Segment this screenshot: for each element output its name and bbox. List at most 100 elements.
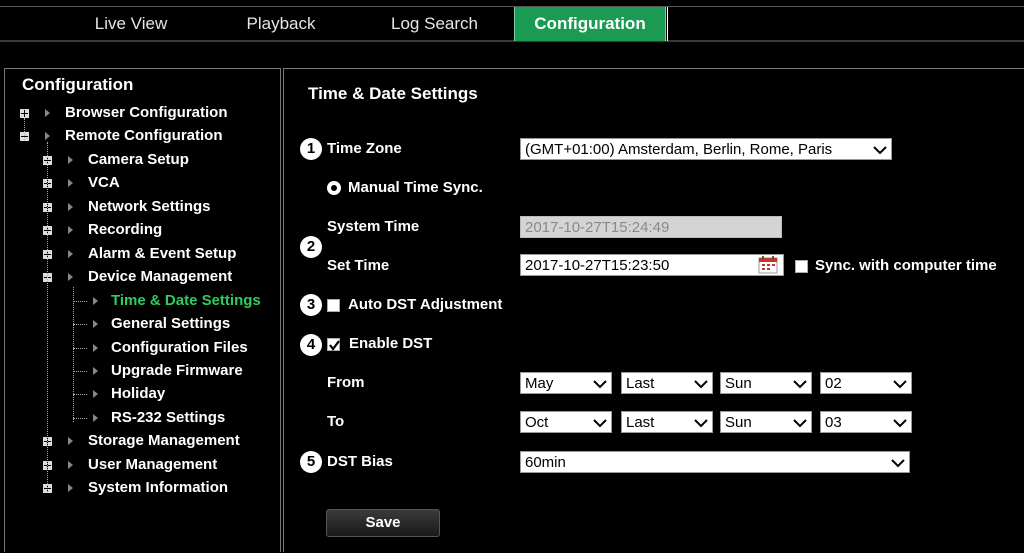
- chevron-down-icon: [891, 452, 905, 468]
- to-month-select[interactable]: Oct: [520, 411, 612, 433]
- tree-item-general-settings[interactable]: General Settings: [111, 314, 230, 334]
- tab-configuration[interactable]: Configuration: [514, 7, 666, 41]
- from-month-select[interactable]: May: [520, 372, 612, 394]
- chevron-right-icon: [45, 109, 50, 117]
- tree-item-label: User Management: [88, 456, 218, 473]
- chevron-down-icon: [593, 412, 607, 428]
- tree-item-label: Camera Setup: [88, 151, 189, 168]
- tree-item-label: Storage Management: [88, 432, 240, 449]
- tree-connector: [73, 418, 87, 419]
- tree-item-remote-configuration[interactable]: Remote Configuration: [65, 126, 223, 146]
- from-label: From: [327, 374, 365, 391]
- tree-item-rs-232-settings[interactable]: RS-232 Settings: [111, 408, 225, 428]
- tree-item-label: Remote Configuration: [65, 127, 223, 144]
- chevron-right-icon: [93, 367, 98, 375]
- chevron-down-icon: [793, 412, 807, 428]
- tree-item-label: Holiday: [111, 385, 166, 402]
- from-day-select[interactable]: Sun: [720, 372, 812, 394]
- calendar-icon[interactable]: [758, 256, 778, 274]
- top-nav: Live View Playback Log Search Configurat…: [0, 0, 1024, 42]
- to-day-select[interactable]: Sun: [720, 411, 812, 433]
- chevron-down-icon: [694, 373, 708, 389]
- from-hour-select[interactable]: 02: [820, 372, 912, 394]
- chevron-down-icon: [694, 412, 708, 428]
- chevron-down-icon: [893, 412, 907, 428]
- from-week-value: Last: [626, 375, 655, 392]
- enable-dst-checkbox[interactable]: [327, 338, 340, 351]
- tree-guide-line: [24, 118, 25, 140]
- chevron-right-icon: [68, 203, 73, 211]
- sync-computer-checkbox[interactable]: [795, 260, 808, 273]
- time-zone-select[interactable]: (GMT+01:00) Amsterdam, Berlin, Rome, Par…: [520, 138, 892, 160]
- chevron-right-icon: [68, 437, 73, 445]
- chevron-right-icon: [93, 320, 98, 328]
- tab-playback[interactable]: Playback: [212, 7, 350, 41]
- save-button[interactable]: Save: [326, 509, 440, 537]
- dst-bias-value: 60min: [525, 454, 566, 471]
- tree-item-user-management[interactable]: User Management: [88, 455, 217, 475]
- tree-item-label: Upgrade Firmware: [111, 362, 243, 379]
- tree-connector: [73, 394, 87, 395]
- to-label: To: [327, 413, 345, 430]
- tree-item-browser-configuration[interactable]: Browser Configuration: [65, 103, 228, 123]
- time-zone-label: Time Zone: [327, 140, 402, 157]
- to-hour-select[interactable]: 03: [820, 411, 912, 433]
- tree-guide-line: [47, 142, 48, 492]
- tree-item-label: System Information: [88, 479, 229, 496]
- auto-dst-checkbox[interactable]: [327, 299, 340, 312]
- callout-3: 3: [300, 294, 322, 316]
- manual-sync-label: Manual Time Sync.: [348, 179, 483, 196]
- tree-item-camera-setup[interactable]: Camera Setup: [88, 150, 189, 170]
- tree-item-alarm-event-setup[interactable]: Alarm & Event Setup: [88, 244, 236, 264]
- tree-item-label: Device Management: [88, 268, 233, 285]
- chevron-right-icon: [45, 132, 50, 140]
- callout-4: 4: [300, 334, 322, 356]
- from-day-value: Sun: [725, 375, 752, 392]
- expand-plus-icon[interactable]: [20, 109, 29, 118]
- chevron-right-icon: [93, 344, 98, 352]
- enable-dst-label: Enable DST: [349, 335, 433, 352]
- tree-item-vca[interactable]: VCA: [88, 173, 120, 193]
- chevron-down-icon: [793, 373, 807, 389]
- tree-item-label: Time & Date Settings: [111, 292, 261, 309]
- time-zone-value: (GMT+01:00) Amsterdam, Berlin, Rome, Par…: [525, 141, 833, 158]
- manual-sync-radio[interactable]: [327, 181, 341, 195]
- auto-dst-label: Auto DST Adjustment: [348, 296, 503, 313]
- from-week-select[interactable]: Last: [621, 372, 713, 394]
- to-week-select[interactable]: Last: [621, 411, 713, 433]
- tree-item-holiday[interactable]: Holiday: [111, 384, 165, 404]
- tab-log-search[interactable]: Log Search: [362, 7, 507, 41]
- chevron-right-icon: [93, 297, 98, 305]
- set-time-label: Set Time: [327, 257, 390, 274]
- tree-item-label: Alarm & Event Setup: [88, 245, 237, 262]
- tree-item-upgrade-firmware[interactable]: Upgrade Firmware: [111, 361, 243, 381]
- chevron-right-icon: [93, 414, 98, 422]
- tree-item-network-settings[interactable]: Network Settings: [88, 197, 211, 217]
- tree-item-label: RS-232 Settings: [111, 409, 226, 426]
- tree-item-storage-management[interactable]: Storage Management: [88, 431, 240, 451]
- tree-item-device-management[interactable]: Device Management: [88, 267, 232, 287]
- tab-separator: [667, 7, 668, 41]
- tree-item-label: VCA: [88, 174, 120, 191]
- check-icon: [329, 340, 340, 351]
- set-time-field[interactable]: 2017-10-27T15:23:50: [520, 254, 784, 276]
- dst-bias-select[interactable]: 60min: [520, 451, 910, 473]
- chevron-right-icon: [68, 250, 73, 258]
- tree-item-label: Network Settings: [88, 198, 211, 215]
- to-hour-value: 03: [825, 414, 842, 431]
- tree-connector: [73, 348, 87, 349]
- tree-item-label: Browser Configuration: [65, 104, 228, 121]
- tree-item-configuration-files[interactable]: Configuration Files: [111, 338, 248, 358]
- chevron-right-icon: [68, 156, 73, 164]
- tree-item-label: General Settings: [111, 315, 231, 332]
- chevron-right-icon: [68, 484, 73, 492]
- tree-item-system-information[interactable]: System Information: [88, 478, 228, 498]
- chevron-right-icon: [68, 226, 73, 234]
- system-time-field: 2017-10-27T15:24:49: [520, 216, 782, 238]
- tree-item-label: Recording: [88, 221, 163, 238]
- sync-computer-label: Sync. with computer time: [815, 257, 997, 274]
- tree-item-recording[interactable]: Recording: [88, 220, 162, 240]
- tree-item-time-date-settings[interactable]: Time & Date Settings: [111, 291, 261, 311]
- chevron-right-icon: [68, 179, 73, 187]
- tab-live-view[interactable]: Live View: [62, 7, 200, 41]
